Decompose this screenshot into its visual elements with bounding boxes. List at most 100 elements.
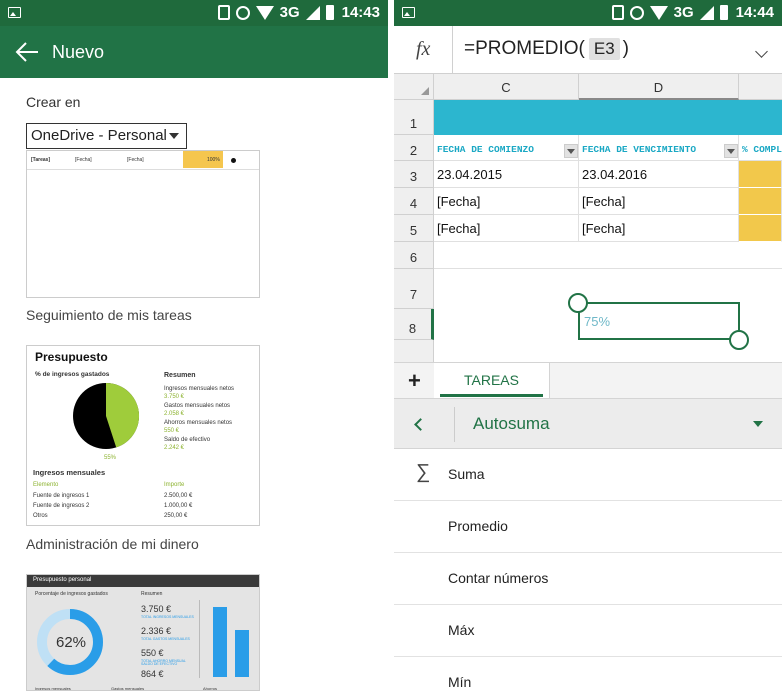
row-header[interactable]: 2 bbox=[394, 135, 434, 161]
thumb-cell: 100% bbox=[207, 157, 220, 163]
bar-axis bbox=[199, 600, 200, 678]
function-label: Suma bbox=[448, 466, 485, 482]
row-header-filler bbox=[394, 340, 434, 362]
location-dropdown[interactable]: OneDrive - Personal bbox=[26, 123, 187, 149]
expand-chevron-icon[interactable] bbox=[755, 45, 768, 58]
thumb-gridline bbox=[27, 169, 259, 170]
thumb-resumen: Resumen bbox=[164, 372, 196, 379]
wifi-icon bbox=[649, 5, 668, 20]
cell-c3[interactable]: 23.04.2015 bbox=[434, 161, 579, 188]
thumb-pie-label: % de ingresos gastados bbox=[35, 371, 110, 378]
row-header[interactable]: 6 bbox=[394, 242, 434, 269]
row-header[interactable]: 8 bbox=[394, 309, 434, 340]
pie-pct: 55% bbox=[104, 455, 117, 461]
battery-icon bbox=[325, 5, 334, 20]
cell-e2[interactable]: % COMPLE bbox=[739, 135, 782, 161]
template-name[interactable]: Seguimiento de mis tareas bbox=[26, 307, 192, 323]
sheet-tab-bar: + TAREAS bbox=[394, 362, 782, 399]
clock: 14:43 bbox=[341, 4, 380, 21]
category-dropdown-icon[interactable] bbox=[753, 421, 763, 427]
function-item-max[interactable]: Máx bbox=[394, 605, 782, 657]
sheet-tab-tareas[interactable]: TAREAS bbox=[434, 363, 550, 399]
app-bar: Nuevo bbox=[0, 26, 388, 78]
vibrate-icon bbox=[611, 5, 624, 20]
function-item-promedio[interactable]: Promedio bbox=[394, 501, 782, 553]
cell-e3[interactable] bbox=[739, 161, 782, 188]
thumb-row-value: 250,00 € bbox=[164, 513, 188, 519]
selected-cell-d8[interactable]: 75% bbox=[578, 302, 740, 340]
formula-suffix: ) bbox=[622, 38, 629, 59]
formula-bar[interactable]: fx =PROMEDIO( E3 ) bbox=[394, 26, 782, 74]
row-6-cells[interactable] bbox=[434, 242, 782, 269]
thumb-footer: Gastos mensuales bbox=[111, 686, 145, 691]
cell-d2[interactable]: FECHA DE VENCIMIENTO bbox=[579, 135, 739, 161]
thumb-value-label: TOTAL INGRESOS MENSUALES bbox=[141, 615, 194, 619]
back-arrow-icon[interactable] bbox=[14, 40, 40, 64]
column-header-d[interactable]: D bbox=[579, 74, 739, 100]
function-item-min[interactable]: Mín bbox=[394, 657, 782, 691]
row-header[interactable]: 5 bbox=[394, 215, 434, 242]
selection-handle-top-left[interactable] bbox=[568, 293, 588, 313]
cell-c4[interactable]: [Fecha] bbox=[434, 188, 579, 215]
row-header[interactable]: 7 bbox=[394, 269, 434, 309]
selection-handle-bottom-right[interactable] bbox=[729, 330, 749, 350]
location-value: OneDrive - Personal bbox=[31, 127, 167, 144]
sigma-icon: ∑ bbox=[416, 461, 431, 483]
thumb-cell: [Fecha] bbox=[75, 157, 92, 163]
formula-input[interactable]: =PROMEDIO( E3 ) bbox=[464, 38, 629, 60]
thumb-item-value: 3.750 € bbox=[164, 394, 185, 400]
donut-pct: 62% bbox=[56, 634, 87, 651]
thumb-cell: [Tareas] bbox=[31, 157, 51, 163]
template-thumbnail-presupuesto-personal[interactable]: Presupuesto personal Porcentaje de ingre… bbox=[26, 574, 260, 691]
filter-dropdown-icon[interactable] bbox=[724, 144, 738, 158]
title-band[interactable] bbox=[434, 100, 782, 135]
function-label: Mín bbox=[448, 674, 472, 690]
function-bar-separator bbox=[454, 407, 455, 442]
cell-e5[interactable] bbox=[739, 215, 782, 242]
thumb-footer: Ingresos mensuales bbox=[35, 686, 71, 691]
thumb-resumen: Resumen bbox=[141, 591, 163, 597]
cell-d3[interactable]: 23.04.2016 bbox=[579, 161, 739, 188]
thumb-item-label: Saldo de efectivo bbox=[164, 437, 211, 443]
column-header-e[interactable] bbox=[739, 74, 782, 100]
pie-chart bbox=[73, 382, 140, 449]
page-title: Nuevo bbox=[52, 42, 105, 62]
bar-gastos bbox=[235, 630, 249, 677]
cell-d5[interactable]: [Fecha] bbox=[579, 215, 739, 242]
selected-cell-value: 75% bbox=[584, 314, 611, 329]
thumb-item-value: 2.058 € bbox=[164, 411, 185, 417]
column-header-c[interactable]: C bbox=[434, 74, 579, 100]
add-sheet-icon[interactable]: + bbox=[408, 368, 421, 394]
thumb-value-label: SALDO DE EFECTIVO bbox=[141, 662, 178, 666]
dropdown-caret-icon bbox=[169, 133, 179, 139]
function-item-suma[interactable]: ∑ Suma bbox=[394, 449, 782, 501]
row-header[interactable]: 1 bbox=[394, 100, 434, 135]
formula-bar-separator bbox=[452, 26, 453, 74]
new-workbook-screen: 3G 14:43 Nuevo Crear en OneDrive - Perso… bbox=[0, 0, 388, 691]
function-category[interactable]: Autosuma bbox=[473, 414, 550, 434]
row-header[interactable]: 3 bbox=[394, 161, 434, 188]
formula-cell-ref[interactable]: E3 bbox=[588, 38, 620, 60]
cell-c2[interactable]: FECHA DE COMIENZO bbox=[434, 135, 579, 161]
network-type: 3G bbox=[673, 4, 694, 21]
cell-e4[interactable] bbox=[739, 188, 782, 215]
gallery-notification-icon bbox=[402, 7, 415, 18]
thumb-item-label: Ingresos mensuales netos bbox=[164, 386, 235, 392]
thumb-row-label: Fuente de ingresos 2 bbox=[33, 503, 90, 509]
function-label: Contar números bbox=[448, 570, 549, 586]
thumb-value-label: TOTAL GASTOS MENSUALES bbox=[141, 637, 190, 641]
formula-prefix: =PROMEDIO( bbox=[464, 38, 585, 59]
vibrate-icon bbox=[217, 5, 230, 20]
cell-c5[interactable]: [Fecha] bbox=[434, 215, 579, 242]
cell-d4[interactable]: [Fecha] bbox=[579, 188, 739, 215]
function-item-contar-numeros[interactable]: Contar números bbox=[394, 553, 782, 605]
filter-dropdown-icon[interactable] bbox=[564, 144, 578, 158]
template-name[interactable]: Administración de mi dinero bbox=[26, 536, 199, 552]
back-chevron-icon[interactable] bbox=[414, 418, 427, 431]
spreadsheet-grid[interactable]: C D 1 2 3 4 5 6 7 8 FECHA DE COMIENZO FE… bbox=[394, 74, 782, 362]
select-all-corner[interactable] bbox=[394, 74, 434, 100]
template-thumbnail-tareas[interactable]: [Tareas] [Fecha] [Fecha] 100% bbox=[26, 150, 260, 298]
signal-icon bbox=[305, 5, 320, 20]
row-header[interactable]: 4 bbox=[394, 188, 434, 215]
thumb-header: Presupuesto personal bbox=[27, 575, 259, 587]
